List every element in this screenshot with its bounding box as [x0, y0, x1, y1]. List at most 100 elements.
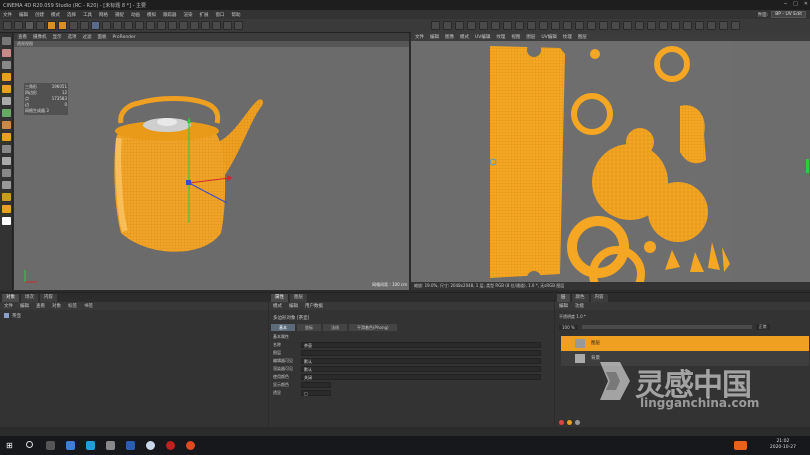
layer-button-red[interactable]: [559, 420, 564, 425]
uv-menu-item[interactable]: 模式: [460, 34, 469, 40]
panel-tab[interactable]: 颜色: [571, 293, 589, 302]
field-value[interactable]: □: [301, 390, 331, 396]
panel-menu-item[interactable]: 查看: [36, 303, 45, 309]
uv-tool-button[interactable]: [515, 21, 524, 30]
teapot-model[interactable]: [109, 83, 289, 263]
viewport-menu-item[interactable]: 过滤: [83, 34, 92, 40]
uv-menu-item[interactable]: 文件: [415, 34, 424, 40]
field-value[interactable]: [301, 382, 331, 388]
uv-editor[interactable]: 文件 编辑 图像 模式 UV编辑 纹理 视图 图层 UV编辑 纹理 图层 缩放:…: [411, 19, 810, 302]
toolbar-button[interactable]: [69, 21, 78, 30]
opacity-field[interactable]: 100 %: [559, 324, 578, 330]
panel-tab[interactable]: 内容: [40, 293, 57, 302]
menu-item[interactable]: 创建: [35, 12, 44, 18]
green-handle[interactable]: [806, 159, 809, 173]
opacity-slider[interactable]: [581, 325, 752, 329]
panel-menu-item[interactable]: 编辑: [559, 303, 568, 309]
uv-menu-item[interactable]: 图像: [445, 34, 454, 40]
uv-tool-button[interactable]: [527, 21, 536, 30]
menu-item[interactable]: 捕捉: [115, 12, 124, 18]
panel-tab[interactable]: 图层: [290, 293, 307, 302]
tool-icon[interactable]: [2, 217, 11, 225]
menu-item[interactable]: 网格: [99, 12, 108, 18]
field-value[interactable]: 茶壶: [301, 342, 541, 348]
attribute-tab[interactable]: 平滑着色(Phong): [349, 324, 397, 331]
object-row-teapot[interactable]: 茶壶: [4, 313, 21, 319]
uv-tool-button[interactable]: [611, 21, 620, 30]
toolbar-button[interactable]: [135, 21, 144, 30]
menu-item[interactable]: 窗口: [216, 12, 225, 18]
panel-menu-item[interactable]: 编辑: [20, 303, 29, 309]
uv-tool-button[interactable]: [551, 21, 560, 30]
uv-tool-button[interactable]: [467, 21, 476, 30]
toolbar-button[interactable]: [47, 21, 56, 30]
menu-item[interactable]: 模式: [51, 12, 60, 18]
tool-icon[interactable]: [2, 37, 11, 45]
toolbar-button[interactable]: [157, 21, 166, 30]
tool-icon[interactable]: [2, 49, 11, 57]
uv-tool-button[interactable]: [455, 21, 464, 30]
panel-menu-item[interactable]: 标签: [68, 303, 77, 309]
toolbar-button[interactable]: [102, 21, 111, 30]
uv-menu-item[interactable]: 纹理: [563, 34, 572, 40]
tool-icon[interactable]: [2, 97, 11, 105]
uv-canvas[interactable]: [489, 42, 732, 302]
layer-button-gray[interactable]: [575, 420, 580, 425]
viewport-menu-item[interactable]: ProRender: [113, 35, 136, 40]
menu-item[interactable]: 文件: [3, 12, 12, 18]
panel-tab[interactable]: 内容: [590, 293, 608, 302]
uv-tool-button[interactable]: [671, 21, 680, 30]
app-icon[interactable]: [106, 441, 115, 450]
layout-selector[interactable]: BP - UV Edit: [771, 11, 806, 18]
panel-tab[interactable]: 层: [557, 293, 570, 302]
uv-tool-button[interactable]: [647, 21, 656, 30]
panel-tab[interactable]: 对象: [2, 293, 19, 302]
toolbar-button[interactable]: [91, 21, 100, 30]
search-icon[interactable]: [26, 441, 33, 448]
uv-menu-item[interactable]: UV编辑: [475, 34, 490, 40]
tool-icon[interactable]: [2, 61, 11, 69]
uv-tool-button[interactable]: [707, 21, 716, 30]
toolbar-button[interactable]: [179, 21, 188, 30]
menu-item[interactable]: 扩展: [200, 12, 209, 18]
panel-menu-item[interactable]: 用户数据: [305, 303, 323, 309]
attribute-tab[interactable]: 法线: [323, 324, 347, 331]
toolbar-button[interactable]: [25, 21, 34, 30]
field-value[interactable]: 默认: [301, 366, 541, 372]
field-value[interactable]: 关闭: [301, 374, 541, 380]
layer-button-orange[interactable]: [567, 420, 572, 425]
tool-icon[interactable]: [2, 121, 11, 129]
panel-menu-item[interactable]: 模式: [273, 303, 282, 309]
uv-tool-button[interactable]: [695, 21, 704, 30]
uv-tool-button[interactable]: [719, 21, 728, 30]
panel-menu-item[interactable]: 书签: [84, 303, 93, 309]
uv-tool-button[interactable]: [431, 21, 440, 30]
ime-icon[interactable]: [734, 441, 747, 450]
toolbar-button[interactable]: [36, 21, 45, 30]
panel-tab[interactable]: 属性: [271, 293, 288, 302]
close-button[interactable]: ✕: [804, 1, 808, 7]
tool-icon[interactable]: [2, 169, 11, 177]
attribute-tab[interactable]: 基本: [271, 324, 295, 331]
menu-item[interactable]: 模拟: [147, 12, 156, 18]
browser-icon[interactable]: [86, 441, 95, 450]
app3-icon[interactable]: [186, 441, 195, 450]
toolbar-button[interactable]: [58, 21, 67, 30]
uv-menu-item[interactable]: 纹理: [496, 34, 505, 40]
toolbar-button[interactable]: [14, 21, 23, 30]
panel-tab[interactable]: 场次: [21, 293, 38, 302]
toolbar-button[interactable]: [146, 21, 155, 30]
uv-menu-item[interactable]: 编辑: [430, 34, 439, 40]
tool-icon[interactable]: [2, 205, 11, 213]
viewport-menu-item[interactable]: 查看: [18, 34, 27, 40]
task-view-icon[interactable]: [46, 441, 55, 450]
uv-menu-item[interactable]: 视图: [511, 34, 520, 40]
uv-tool-button[interactable]: [443, 21, 452, 30]
uv-tool-button[interactable]: [503, 21, 512, 30]
explorer-icon[interactable]: [66, 441, 75, 450]
panel-menu-item[interactable]: 功能: [575, 303, 584, 309]
recorder-icon[interactable]: [166, 441, 175, 450]
field-value[interactable]: [301, 350, 541, 356]
cinema4d-taskbar-icon[interactable]: [126, 441, 135, 450]
tool-icon[interactable]: [2, 133, 11, 141]
